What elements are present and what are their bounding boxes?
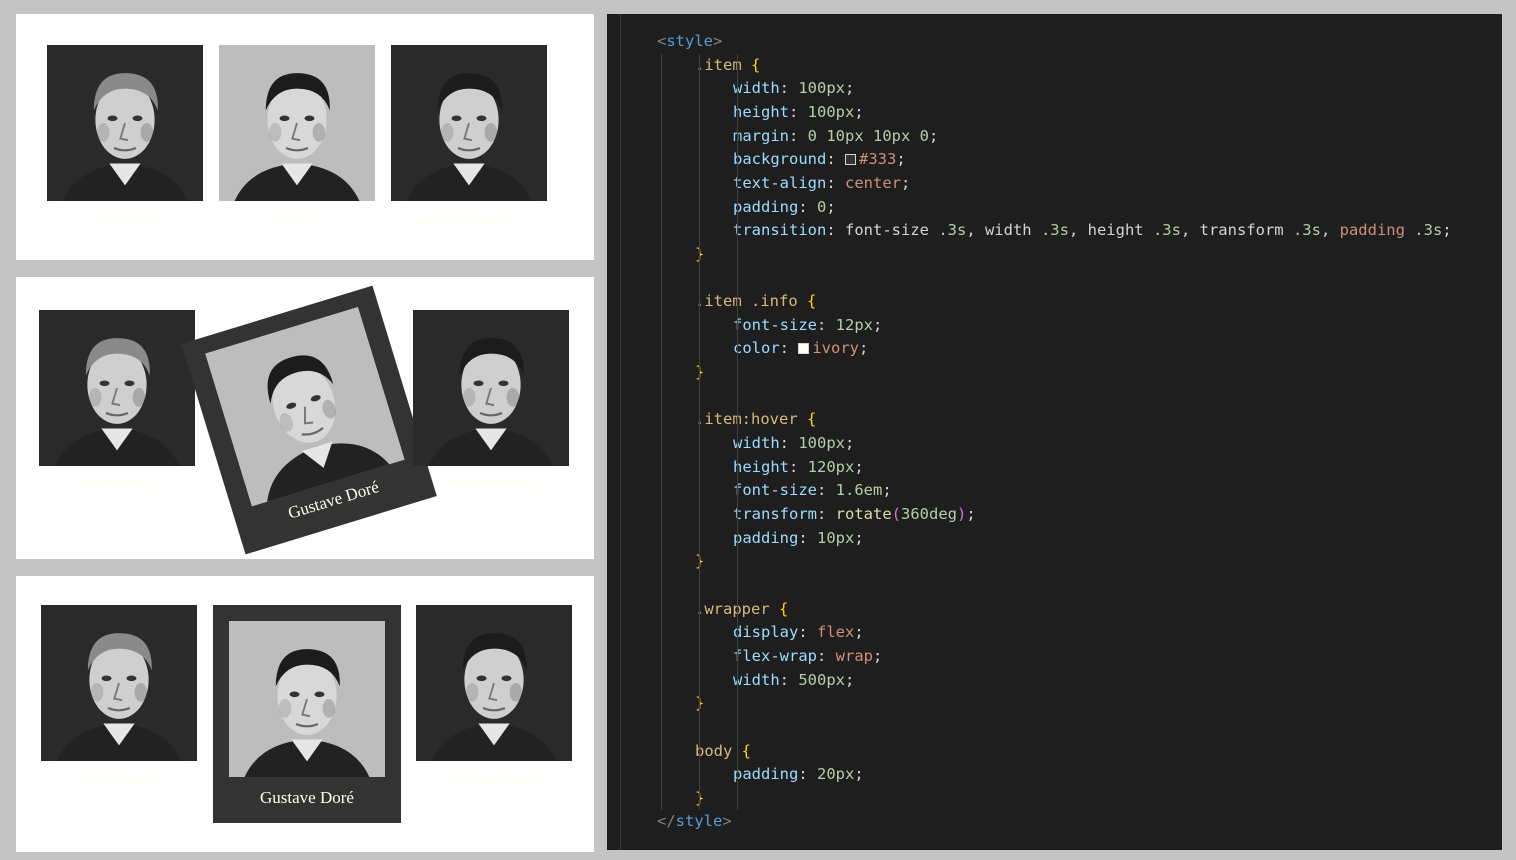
code-line: width: 500px; <box>733 670 855 689</box>
code-line: flex-wrap: wrap; <box>733 646 883 665</box>
editor-gutter-line <box>620 14 621 850</box>
indent-guide <box>737 53 738 811</box>
caption-benjamin-rush: Benjamin Rush <box>79 474 155 488</box>
portrait-jacques-louis-david[interactable] <box>391 45 547 201</box>
code-line: <style> <box>657 32 723 50</box>
color-swatch <box>798 343 810 355</box>
code-line: padding: 0; <box>733 197 836 216</box>
code-line: display: flex; <box>733 623 864 642</box>
code-line: height: 120px; <box>733 457 864 476</box>
portrait-benjamin-rush[interactable] <box>39 310 195 466</box>
caption-jacques-louis-david: Jacques-Louis David <box>440 474 542 488</box>
portrait-jacques-louis-david[interactable] <box>416 605 572 761</box>
code-line: font-size: 12px; <box>733 315 883 334</box>
portrait-gustave-dore[interactable] <box>219 45 375 201</box>
indent-guide <box>699 53 700 811</box>
hover-card-caption: Gustave Doré <box>260 788 354 807</box>
portrait-benjamin-rush[interactable] <box>41 605 197 761</box>
code-line: background: #333; <box>733 150 906 169</box>
caption-benjamin-rush: Benjamin Rush <box>81 769 157 783</box>
gallery-panel-hovered: Benjamin Rush Gustave Doré Jacques-Louis… <box>16 576 594 852</box>
code-line: padding: 20px; <box>733 765 864 784</box>
code-line: text-align: center; <box>733 173 911 192</box>
color-swatch <box>845 154 856 166</box>
code-line: width: 100px; <box>733 434 855 453</box>
caption-benjamin-rush: Benjamin Rush <box>87 209 163 223</box>
portrait-gustave-dore <box>229 621 385 777</box>
caption-jacques-louis-david: Jacques-Louis David <box>443 769 545 783</box>
caption-gustave-dore: Gustave Doré <box>263 209 331 223</box>
code-line: font-size: 1.6em; <box>733 481 892 500</box>
hover-card-rotating[interactable]: Gustave Doré <box>181 285 437 555</box>
code-line: margin: 0 10px 10px 0; <box>733 126 939 145</box>
code-line: height: 100px; <box>733 102 864 121</box>
code-editor[interactable]: <style> .item { width: 100px; height: 100px… <box>607 14 1502 850</box>
code-line: </style> <box>657 812 732 831</box>
indent-guide <box>661 53 662 811</box>
code-line: transform: rotate(360deg); <box>733 505 976 523</box>
gallery-panel-resting: Benjamin Rush Gustave Doré Jacques-Louis… <box>16 14 594 260</box>
code-line: body { <box>695 741 752 760</box>
code-line: .item:hover { <box>695 410 817 429</box>
code-line: transition: font-size .3s, width .3s, he… <box>733 221 1452 240</box>
code-line: .wrapper { <box>695 599 789 618</box>
code-line: width: 100px; <box>733 79 855 98</box>
code-line: .item .info { <box>695 292 817 311</box>
code-line: padding: 10px; <box>733 528 864 547</box>
portrait-benjamin-rush[interactable] <box>47 45 203 201</box>
code-line: .item { <box>695 55 761 74</box>
code-line: color: ivory; <box>733 339 869 358</box>
caption-jacques-louis-david: Jacques-Louis David <box>418 209 520 223</box>
portrait-jacques-louis-david[interactable] <box>413 310 569 466</box>
hover-card[interactable]: Gustave Doré <box>213 605 401 823</box>
gallery-panel-transition: Benjamin Rush Gustave Doré Jacques-Louis… <box>16 277 594 559</box>
